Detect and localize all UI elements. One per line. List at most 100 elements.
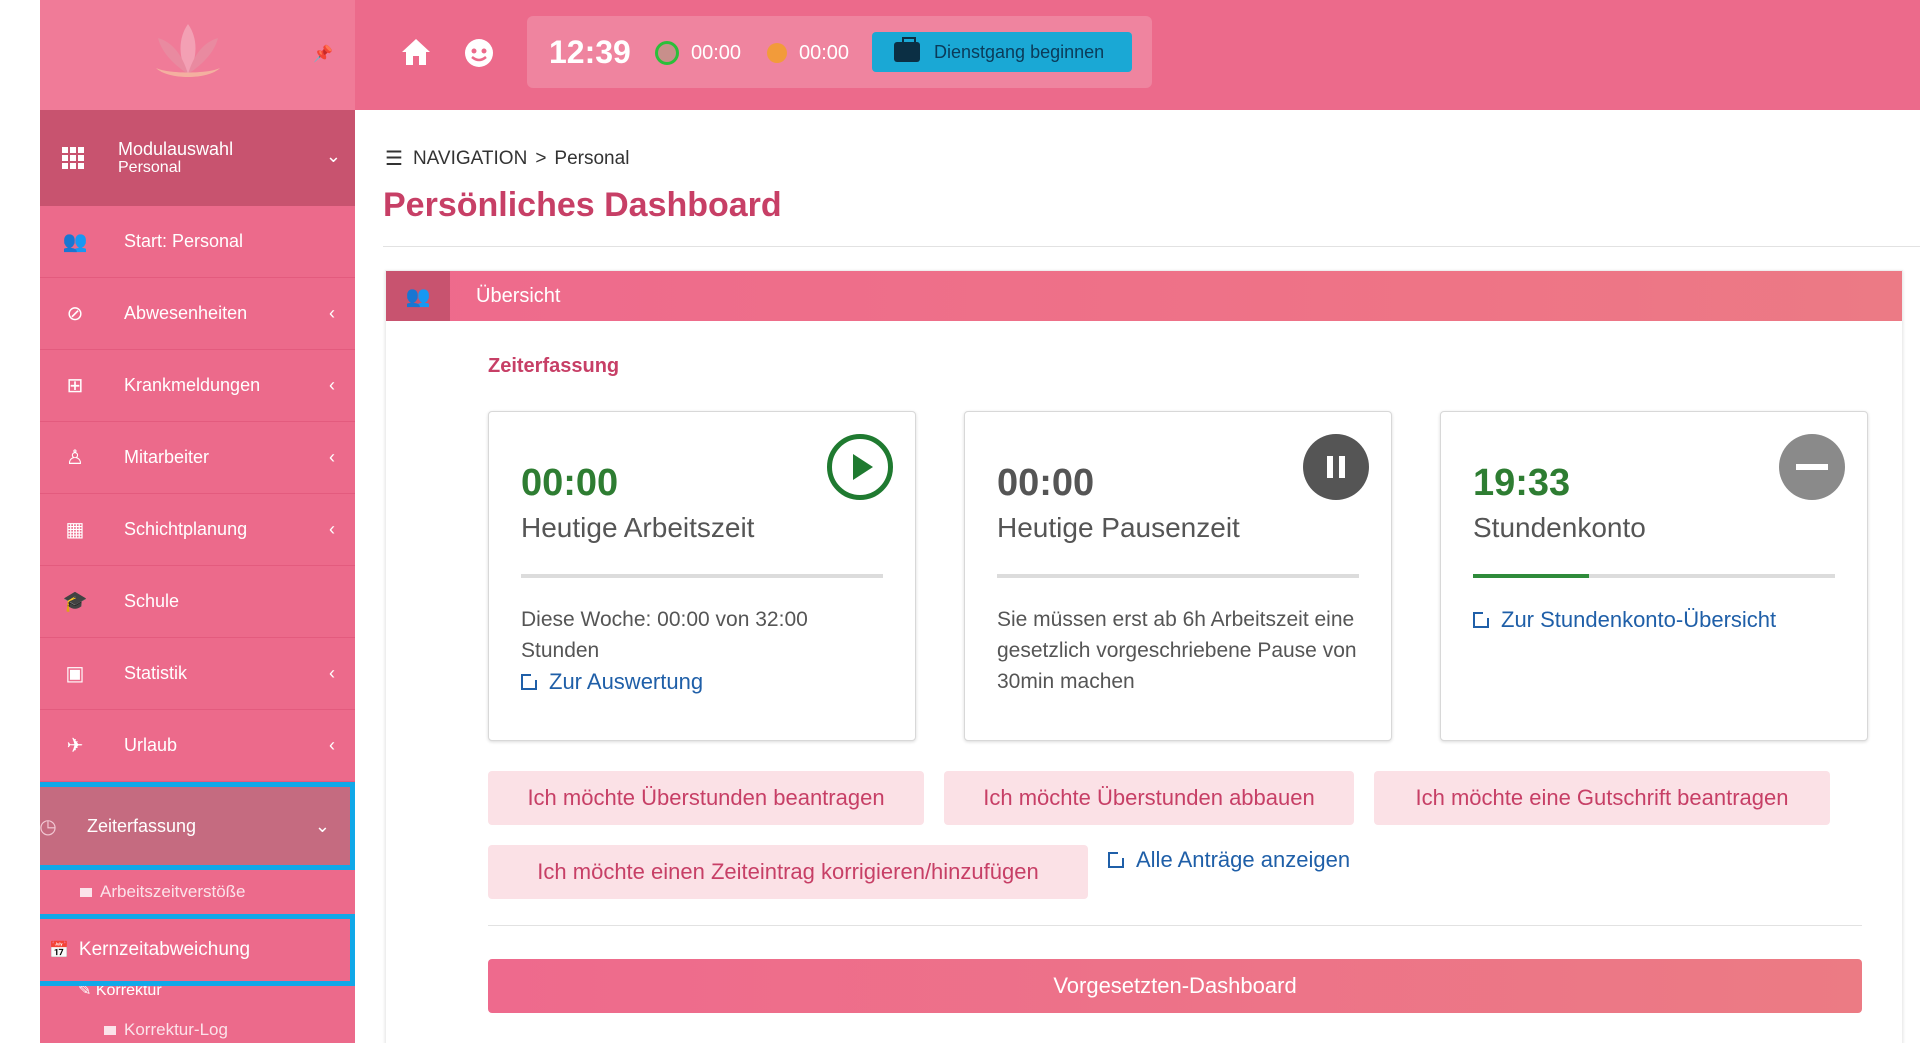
card-value: 19:33 xyxy=(1473,462,1571,504)
card-stundenkonto: 19:33 Stundenkonto Zur Stundenkonto-Über… xyxy=(1440,411,1868,741)
supervisor-dashboard-button[interactable]: Vorgesetzten-Dashboard xyxy=(488,959,1862,1013)
person-icon: ♙ xyxy=(66,447,84,469)
main-content: ☰ NAVIGATION > Personal Persönliches Das… xyxy=(355,110,1920,1043)
module-subtitle: Personal xyxy=(118,159,182,176)
sidebar-item-label: Abwesenheiten xyxy=(124,303,248,323)
work-timer: 00:00 xyxy=(691,42,742,64)
progress-bar xyxy=(521,574,883,578)
break-timer: 00:00 xyxy=(799,42,850,64)
card-text: Diese Woche: 00:00 von 32:00 Stunden xyxy=(521,608,808,662)
sidebar-item-label: Start: Personal xyxy=(124,231,244,251)
app-root: 📌 Modulauswahl Personal ⌄ 👥 Start: Perso… xyxy=(0,0,1920,1043)
breadcrumb-current: Personal xyxy=(554,147,630,169)
progress-bar xyxy=(1473,574,1835,578)
subitem-label: Arbeitszeitverstöße xyxy=(100,882,246,901)
breadcrumb-separator: > xyxy=(535,147,547,169)
subitem-arbeitszeitverstoesse[interactable]: Arbeitszeitverstöße xyxy=(40,870,355,914)
progress-bar xyxy=(997,574,1359,578)
sidebar-item-label: Schichtplanung xyxy=(124,519,248,539)
chevron-left-icon: ‹ xyxy=(329,447,335,467)
sidebar-item-schichtplanung[interactable]: ▦ Schichtplanung ‹ xyxy=(40,494,355,566)
request-overtime-button[interactable]: Ich möchte Überstunden beantragen xyxy=(488,771,924,825)
card-label: Heutige Pausenzeit xyxy=(997,512,1240,543)
card-arbeitszeit: 00:00 Heutige Arbeitszeit Diese Woche: 0… xyxy=(488,411,916,741)
chevron-left-icon: ‹ xyxy=(329,303,335,323)
airplane-icon: ✈ xyxy=(66,735,84,757)
sidebar-item-label: Schule xyxy=(124,591,180,611)
play-button-icon[interactable] xyxy=(827,434,893,500)
subitem-korrektur[interactable]: ✎ Korrektur xyxy=(40,986,355,1008)
dienstgang-button[interactable]: Dienstgang beginnen xyxy=(872,32,1132,72)
chevron-left-icon: ‹ xyxy=(329,519,335,539)
bar-chart-icon: ▣ xyxy=(65,663,85,685)
breadcrumb: ☰ NAVIGATION > Personal xyxy=(385,146,629,171)
link-label: Alle Anträge anzeigen xyxy=(1136,847,1351,872)
pause-button-icon[interactable] xyxy=(1303,434,1369,500)
card-value: 00:00 xyxy=(997,462,1095,504)
table-icon: ▦ xyxy=(65,519,85,541)
credit-request-button[interactable]: Ich möchte eine Gutschrift beantragen xyxy=(1374,771,1830,825)
sidebar: 📌 Modulauswahl Personal ⌄ 👥 Start: Perso… xyxy=(40,0,355,1043)
medical-plus-icon: ⊞ xyxy=(66,375,84,397)
correct-time-entry-button[interactable]: Ich möchte einen Zeiteintrag korrigieren… xyxy=(488,845,1088,899)
chevron-left-icon: ‹ xyxy=(329,375,335,395)
subitem-kernzeitabweichung[interactable]: 📅 Kernzeitabweichung xyxy=(40,914,355,986)
briefcase-icon xyxy=(894,37,920,62)
subitem-label: Korrektur xyxy=(95,986,162,999)
breadcrumb-root[interactable]: NAVIGATION xyxy=(413,148,527,170)
home-icon[interactable] xyxy=(400,37,432,67)
chevron-left-icon: ‹ xyxy=(329,735,335,755)
sidebar-item-mitarbeiter[interactable]: ♙ Mitarbeiter ‹ xyxy=(40,422,355,494)
people-icon: 👥 xyxy=(386,271,450,321)
lotus-logo-icon[interactable] xyxy=(148,18,228,88)
sidebar-item-start-personal[interactable]: 👥 Start: Personal xyxy=(40,206,355,278)
pencil-icon: ✎ xyxy=(78,986,96,999)
sidebar-item-schule[interactable]: 🎓 Schule xyxy=(40,566,355,638)
play-status-icon[interactable] xyxy=(655,41,679,65)
card-text: Sie müssen erst ab 6h Arbeitszeit eine g… xyxy=(997,608,1357,693)
sidebar-item-label: Mitarbeiter xyxy=(124,447,210,467)
sidebar-item-label: Krankmeldungen xyxy=(124,375,261,395)
pin-icon[interactable]: 📌 xyxy=(313,44,333,64)
sidebar-item-urlaub[interactable]: ✈ Urlaub ‹ xyxy=(40,710,355,782)
calendar-icon: 📅 xyxy=(49,942,69,959)
section-title: Zeiterfassung xyxy=(488,355,620,377)
module-selector[interactable]: Modulauswahl Personal ⌄ xyxy=(40,110,355,206)
pause-status-icon[interactable] xyxy=(767,43,787,63)
auswertung-link[interactable]: Zur Auswertung xyxy=(521,666,703,697)
minus-icon[interactable] xyxy=(1779,434,1845,500)
hamburger-icon[interactable]: ☰ xyxy=(385,146,403,171)
sidebar-item-zeiterfassung[interactable]: ◷ Zeiterfassung ⌄ xyxy=(40,782,355,870)
subitem-label: Kernzeitabweichung xyxy=(78,939,251,960)
sidebar-item-abwesenheiten[interactable]: ⊘ Abwesenheiten ‹ xyxy=(40,278,355,350)
sidebar-item-krankmeldungen[interactable]: ⊞ Krankmeldungen ‹ xyxy=(40,350,355,422)
sidebar-item-label: Zeiterfassung xyxy=(87,815,197,836)
external-link-icon xyxy=(521,671,539,690)
logo-area: 📌 xyxy=(40,0,355,110)
card-pausenzeit: 00:00 Heutige Pausenzeit Sie müssen erst… xyxy=(964,411,1392,741)
people-icon: 👥 xyxy=(62,231,88,253)
sidebar-item-label: Statistik xyxy=(124,663,188,683)
chevron-down-icon: ⌄ xyxy=(325,146,341,166)
link-label: Zur Stundenkonto-Übersicht xyxy=(1501,607,1777,632)
block-icon: ⊘ xyxy=(66,303,84,325)
time-tracker-box: 12:39 00:00 00:00 Dienstgang beginnen xyxy=(527,16,1152,88)
current-time: 12:39 xyxy=(549,34,631,70)
stundenkonto-link[interactable]: Zur Stundenkonto-Übersicht xyxy=(1473,604,1776,635)
chevron-left-icon: ‹ xyxy=(329,663,335,683)
all-requests-link[interactable]: Alle Anträge anzeigen xyxy=(1108,847,1350,873)
subitem-korrektur-log[interactable]: Korrektur-Log xyxy=(40,1008,355,1043)
sidebar-item-statistik[interactable]: ▣ Statistik ‹ xyxy=(40,638,355,710)
smiley-icon[interactable] xyxy=(463,37,495,69)
external-link-icon xyxy=(1108,850,1126,868)
chevron-down-icon: ⌄ xyxy=(314,815,330,836)
list-icon xyxy=(80,887,92,897)
sidebar-item-label: Urlaub xyxy=(124,735,178,755)
title-divider xyxy=(383,246,1920,247)
overview-panel: 👥 Übersicht Zeiterfassung 00:00 Heutige … xyxy=(385,270,1903,1043)
reduce-overtime-button[interactable]: Ich möchte Überstunden abbauen xyxy=(944,771,1354,825)
card-value: 00:00 xyxy=(521,462,619,504)
panel-header: 👥 Übersicht xyxy=(386,271,1902,321)
link-label: Zur Auswertung xyxy=(549,669,704,694)
panel-divider xyxy=(488,925,1862,926)
